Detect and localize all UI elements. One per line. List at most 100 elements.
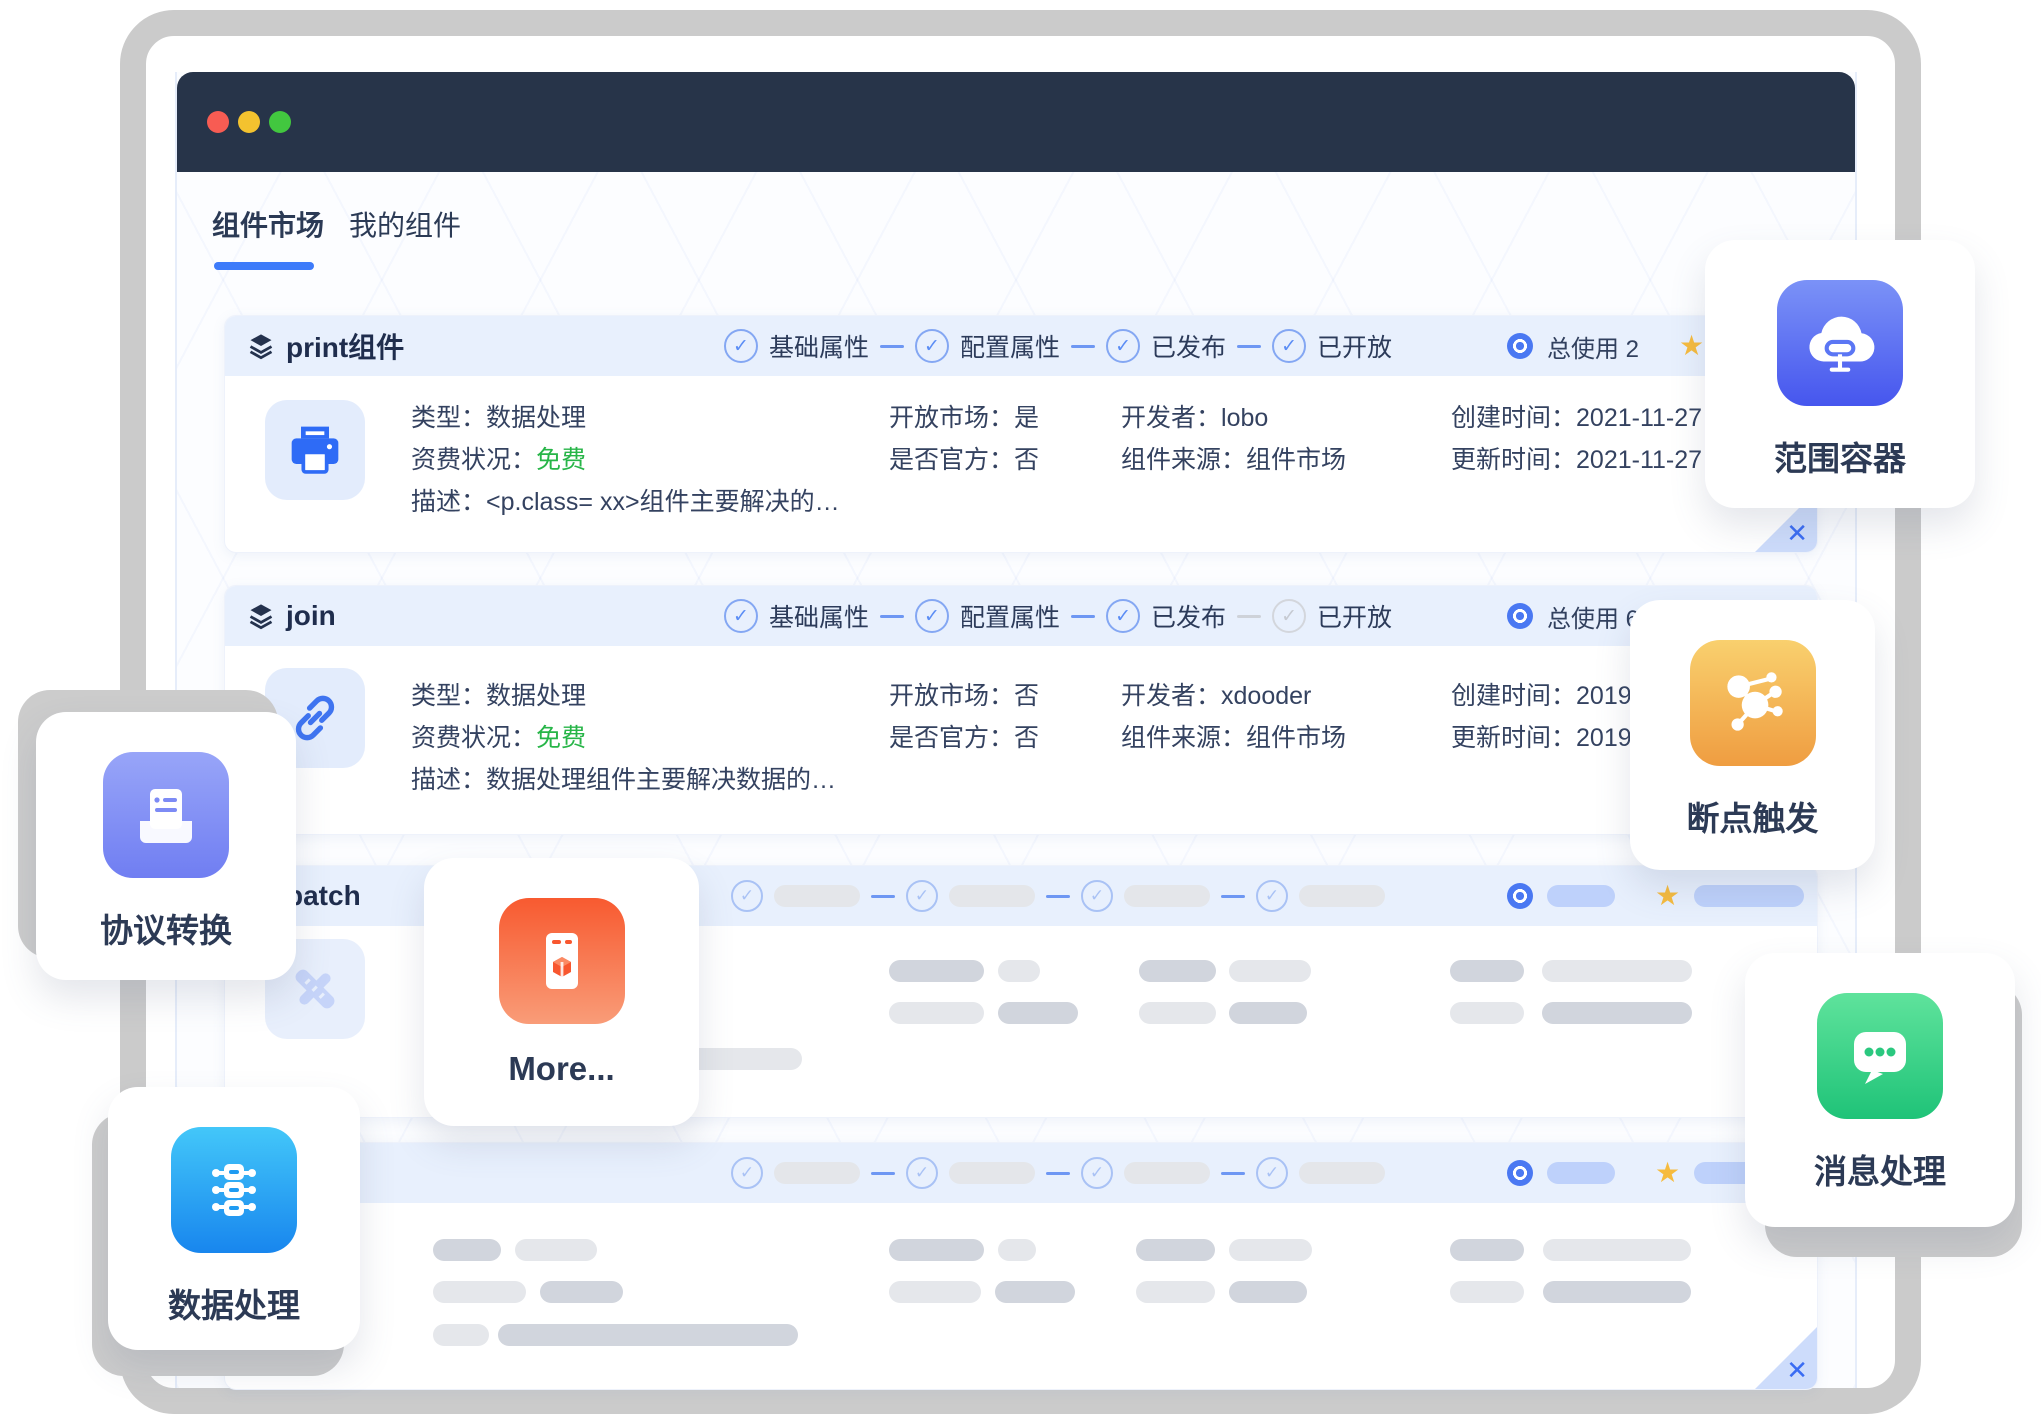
skeleton-pill	[540, 1281, 623, 1303]
check-circle-icon	[724, 329, 758, 363]
field-value: 组件市场	[1246, 446, 1346, 474]
field-label: 类型：	[411, 404, 486, 432]
field-label: 组件来源：	[1121, 724, 1246, 752]
step-connector	[871, 1172, 895, 1175]
component-card-join[interactable]: join 基础属性 配置属性 已发布 已开放 总使用 6	[224, 585, 1818, 835]
field-label: 组件来源：	[1121, 446, 1246, 474]
feature-card-more[interactable]: More...	[424, 858, 699, 1126]
tab-component-market[interactable]: 组件市场	[212, 204, 324, 244]
check-circle-icon	[1272, 329, 1306, 363]
cloud-network-icon	[1777, 280, 1903, 406]
check-circle-icon	[1081, 880, 1113, 912]
step-label-skeleton	[1299, 1162, 1385, 1184]
component-card-print[interactable]: print组件 基础属性 配置属性 已发布 已开放 总使用 2 总评	[224, 315, 1818, 553]
active-tab-indicator	[214, 262, 314, 270]
rating-star-icon	[1655, 1159, 1680, 1187]
step-label: 已发布	[1151, 598, 1226, 634]
feature-card-protocol-conversion[interactable]: 协议转换	[36, 712, 296, 980]
field-label: 创建时间：	[1451, 682, 1576, 710]
feature-card-message-processing[interactable]: 消息处理	[1745, 953, 2015, 1227]
close-icon[interactable]	[1786, 520, 1808, 546]
field-desc: 描述：<p.class= xx>组件主要解决的…	[411, 482, 840, 518]
skeleton-pill	[1542, 960, 1692, 982]
step-label: 基础属性	[769, 598, 869, 634]
step-connector	[1046, 1172, 1070, 1175]
store-icon	[499, 898, 625, 1024]
card-header: print组件 基础属性 配置属性 已发布 已开放 总使用 2 总评	[225, 316, 1817, 376]
check-circle-icon-inactive	[1272, 599, 1306, 633]
step-label-skeleton	[774, 1162, 860, 1184]
skeleton-pill	[998, 1002, 1078, 1024]
check-circle-icon	[915, 599, 949, 633]
check-circle-icon	[1106, 599, 1140, 633]
usage-eye-icon	[1507, 603, 1533, 629]
check-circle-icon	[1081, 1157, 1113, 1189]
skeleton-pill	[1139, 1002, 1216, 1024]
skeleton-pill	[1229, 1281, 1307, 1303]
step-label-skeleton	[949, 885, 1035, 907]
field-desc: 描述：数据处理组件主要解决数据的…	[411, 760, 836, 796]
data-mapping-icon	[171, 1127, 297, 1253]
field-label: 创建时间：	[1451, 404, 1576, 432]
layers-icon	[247, 332, 275, 360]
feature-card-label: 协议转换	[100, 904, 232, 952]
check-circle-icon	[1256, 1157, 1288, 1189]
maximize-window-button[interactable]	[269, 111, 291, 133]
step-label: 已发布	[1151, 328, 1226, 364]
skeleton-pill	[433, 1239, 501, 1261]
step-label-skeleton	[774, 885, 860, 907]
component-name-text: print组件	[286, 326, 404, 366]
component-name-text: batch	[286, 880, 361, 912]
field-value: <p.class= xx>组件主要解决的…	[486, 488, 840, 516]
usage-count: 总使用 2	[1547, 329, 1639, 364]
component-icon-tile	[265, 400, 365, 500]
progress-steps: 基础属性 配置属性 已发布 已开放	[724, 316, 1392, 376]
field-value: lobo	[1221, 404, 1268, 432]
close-window-button[interactable]	[207, 111, 229, 133]
progress-steps-skeleton	[731, 866, 1385, 926]
card-metrics: 总使用 6	[1507, 586, 1639, 646]
skeleton-pill	[1139, 960, 1216, 982]
feature-card-scope-container[interactable]: 范围容器	[1705, 240, 1975, 508]
minimize-window-button[interactable]	[238, 111, 260, 133]
component-card-skeleton[interactable]	[224, 1142, 1818, 1390]
ruler-pen-icon	[283, 957, 347, 1021]
usage-count: 总使用 6	[1547, 599, 1639, 634]
card-header: join 基础属性 配置属性 已发布 已开放 总使用 6	[225, 586, 1817, 646]
field-developer: 开发者：lobo	[1121, 398, 1268, 434]
step-connector	[871, 895, 895, 898]
step-label: 配置属性	[960, 598, 1060, 634]
step-connector	[1221, 895, 1245, 898]
step-label: 配置属性	[960, 328, 1060, 364]
step-label-skeleton	[1124, 1162, 1210, 1184]
skeleton-pill	[515, 1239, 597, 1261]
field-value: 否	[1014, 724, 1039, 752]
tab-my-components[interactable]: 我的组件	[349, 204, 461, 244]
link-icon	[288, 691, 342, 745]
usage-count-skeleton	[1547, 1162, 1615, 1184]
usage-eye-icon	[1507, 333, 1533, 359]
field-label: 开放市场：	[889, 682, 1014, 710]
field-value: 数据处理组件主要解决数据的…	[486, 766, 836, 794]
field-label: 类型：	[411, 682, 486, 710]
field-value: 免费	[536, 446, 586, 474]
molecule-icon	[1690, 640, 1816, 766]
skeleton-pill	[1450, 1239, 1524, 1261]
step-label: 基础属性	[769, 328, 869, 364]
skeleton-pill	[1229, 1239, 1312, 1261]
field-type: 类型：数据处理	[411, 398, 586, 434]
skeleton-pill	[498, 1324, 798, 1346]
field-value: 是	[1014, 404, 1039, 432]
feature-card-data-processing[interactable]: 数据处理	[108, 1087, 360, 1350]
field-label: 是否官方：	[889, 446, 1014, 474]
field-type: 类型：数据处理	[411, 676, 586, 712]
check-circle-icon	[915, 329, 949, 363]
step-connector	[1237, 345, 1261, 348]
close-icon[interactable]	[1786, 1357, 1808, 1383]
skeleton-pill	[889, 1002, 984, 1024]
skeleton-pill	[1136, 1239, 1215, 1261]
chat-bubble-icon	[1817, 993, 1943, 1119]
field-open-market: 开放市场：否	[889, 676, 1039, 712]
card-metrics-skeleton	[1507, 866, 1804, 926]
feature-card-breakpoint-trigger[interactable]: 断点触发	[1630, 600, 1875, 870]
